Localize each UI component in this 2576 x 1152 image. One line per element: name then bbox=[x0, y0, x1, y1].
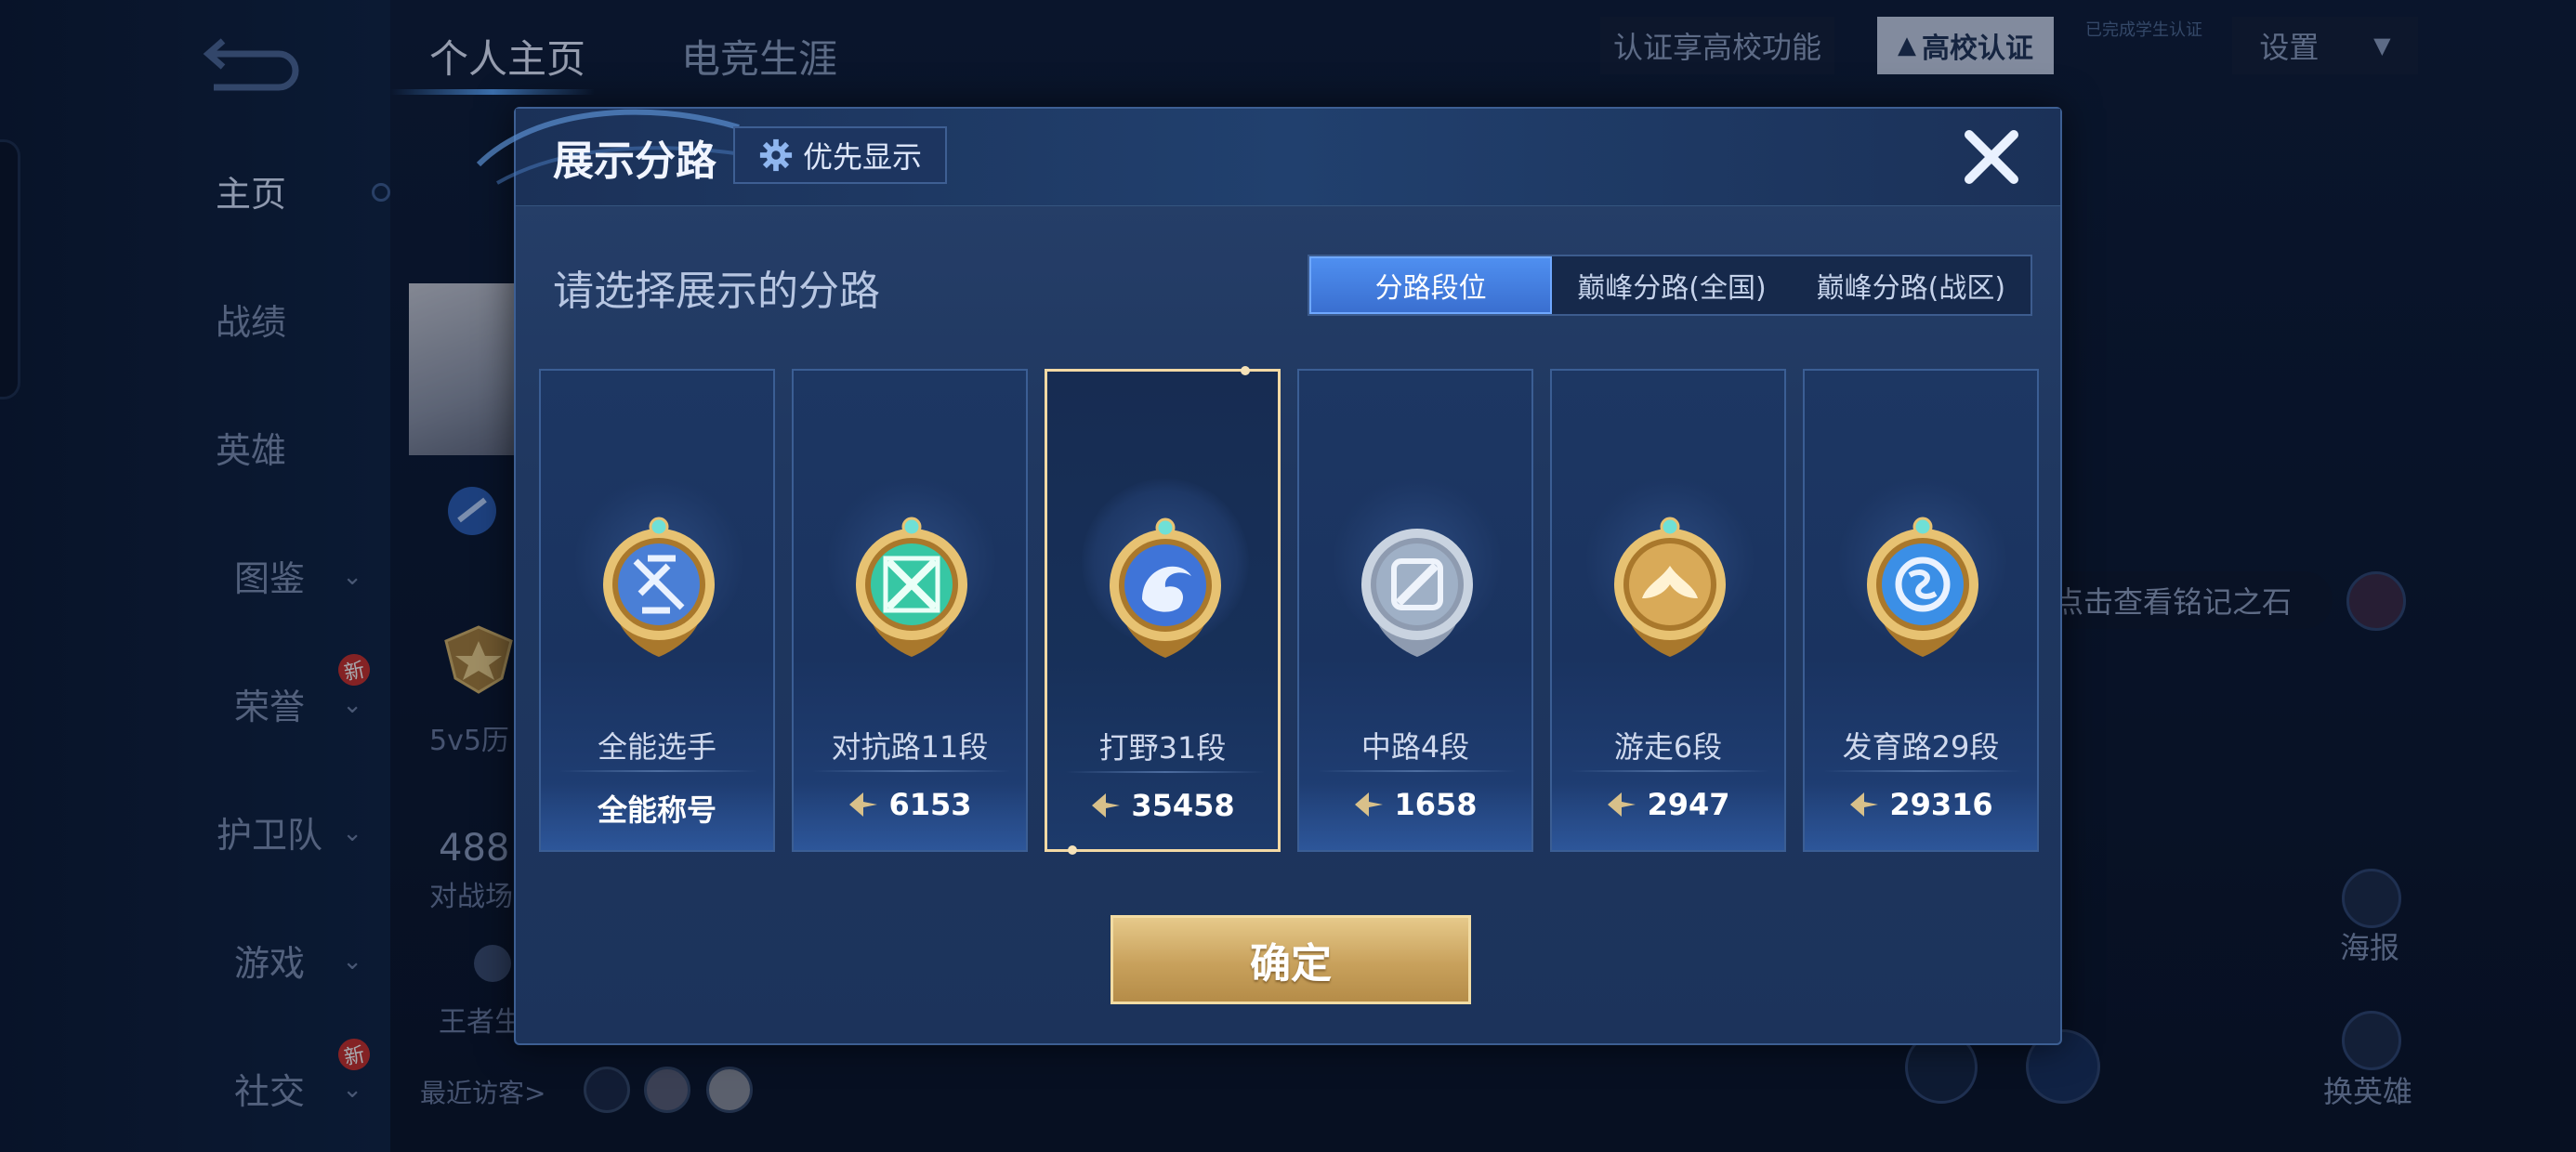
lane-points-value: 1658 bbox=[1394, 787, 1478, 822]
lane-points: 35458 bbox=[1047, 788, 1278, 823]
lane-rank-label: 中路4段 bbox=[1360, 729, 1470, 765]
lane-rank-label: 对抗路11段 bbox=[831, 729, 989, 765]
dialog-subtitle: 请选择展示的分路 bbox=[553, 268, 880, 315]
gear-icon bbox=[759, 138, 793, 172]
lane-rank-emblem-icon bbox=[1614, 517, 1726, 657]
points-icon bbox=[1850, 792, 1879, 817]
lane-rank-emblem-icon bbox=[603, 517, 715, 657]
lane-rank-label: 全能选手 bbox=[597, 729, 716, 765]
lane-rank-emblem-icon bbox=[1361, 529, 1473, 657]
lane-card[interactable]: 对抗路11段 6153 bbox=[792, 369, 1028, 852]
lane-card[interactable]: 发育路29段 29316 bbox=[1803, 369, 2039, 852]
lane-points-value: 全能称号 bbox=[597, 792, 716, 828]
lane-cards: 全能选手 全能称号 对抗路11段 6153 打野31段 35458 中路4段 1658 游走6段… bbox=[539, 366, 2041, 857]
segment-tab[interactable]: 巅峰分路(全国) bbox=[1552, 256, 1791, 314]
lane-points: 2947 bbox=[1552, 787, 1784, 822]
card-divider bbox=[1823, 770, 2022, 772]
points-icon bbox=[849, 792, 878, 817]
lane-points: 全能称号 bbox=[541, 787, 773, 830]
lane-type-segmented-control: 分路段位 巅峰分路(全国) 巅峰分路(战区) bbox=[1308, 255, 2032, 316]
lane-rank-emblem-icon bbox=[1867, 517, 1978, 657]
close-icon[interactable] bbox=[1958, 124, 2025, 190]
card-divider bbox=[1066, 771, 1265, 773]
lane-points-value: 35458 bbox=[1131, 788, 1235, 823]
segment-tab[interactable]: 分路段位 bbox=[1309, 256, 1553, 314]
card-divider bbox=[559, 770, 758, 772]
lane-card[interactable]: 打野31段 35458 bbox=[1045, 366, 1281, 855]
lane-card[interactable]: 中路4段 1658 bbox=[1297, 369, 1533, 852]
points-icon bbox=[1355, 792, 1384, 817]
lane-points-value: 6153 bbox=[888, 787, 972, 822]
dialog-title: 展示分路 bbox=[553, 137, 716, 185]
lane-points-value: 29316 bbox=[1889, 787, 1993, 822]
lane-display-dialog: 展示分路 优先显示 请选择展示的分路 分路段位 巅峰分路(全国) 巅峰分路(战区) … bbox=[476, 107, 2062, 1045]
selected-corner-dot bbox=[1241, 366, 1250, 375]
points-icon bbox=[1608, 792, 1636, 817]
priority-display-label: 优先显示 bbox=[802, 139, 922, 175]
lane-card[interactable]: 全能选手 全能称号 bbox=[539, 369, 775, 852]
segment-tab[interactable]: 巅峰分路(战区) bbox=[1792, 256, 2031, 314]
lane-points-value: 2947 bbox=[1647, 787, 1730, 822]
lane-points: 1658 bbox=[1299, 787, 1531, 822]
lane-points: 29316 bbox=[1805, 787, 2037, 822]
card-divider bbox=[1318, 770, 1517, 772]
priority-display-button[interactable]: 优先显示 bbox=[733, 126, 947, 184]
selected-corner-dot bbox=[1068, 845, 1077, 855]
lane-card[interactable]: 游走6段 2947 bbox=[1550, 369, 1786, 852]
card-divider bbox=[1571, 770, 1769, 772]
card-divider bbox=[812, 770, 1011, 772]
lane-rank-label: 游走6段 bbox=[1613, 729, 1723, 765]
lane-rank-emblem-icon bbox=[1110, 517, 1221, 658]
lane-points: 6153 bbox=[794, 787, 1026, 822]
lane-rank-label: 发育路29段 bbox=[1842, 729, 2000, 765]
lane-rank-emblem-icon bbox=[856, 517, 967, 657]
confirm-button[interactable]: 确定 bbox=[1111, 915, 1471, 1004]
points-icon bbox=[1092, 793, 1121, 818]
lane-rank-label: 打野31段 bbox=[1098, 730, 1227, 766]
